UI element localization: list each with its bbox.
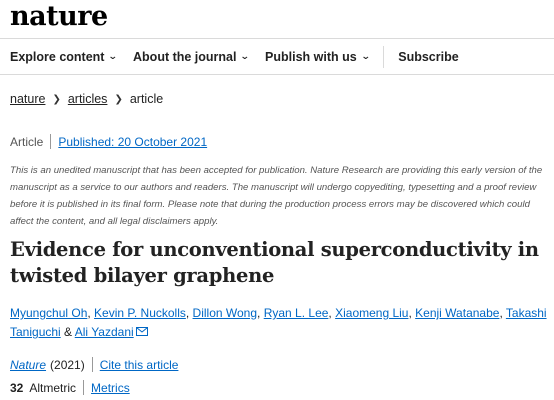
metrics-link[interactable]: Metrics (91, 381, 130, 395)
nature-logo[interactable]: nature (10, 0, 108, 34)
metrics-divider (83, 380, 85, 395)
chevron-right-icon: ❯ (114, 93, 123, 105)
chevron-right-icon: ❯ (52, 93, 61, 105)
article-title: Evidence for unconventional superconduct… (10, 238, 539, 287)
author-link[interactable]: Kenji Watanabe (415, 306, 499, 320)
chevron-down-icon: ⌄ (240, 51, 251, 61)
nav-divider (383, 45, 385, 68)
author-link[interactable]: Dillon Wong (193, 306, 257, 320)
cite-this-article-link[interactable]: Cite this article (100, 358, 179, 372)
breadcrumb-current: article (129, 92, 164, 106)
author-link[interactable]: Kevin P. Nuckolls (94, 306, 186, 320)
chevron-down-icon: ⌄ (360, 51, 371, 61)
citation-year: (2021) (50, 357, 85, 372)
published-date-link[interactable]: Published: 20 October 2021 (58, 135, 207, 149)
nav-publish-with-us[interactable]: Publish with us ⌄ (265, 39, 383, 74)
main-nav: Explore content ⌄ About the journal ⌄ Pu… (0, 38, 554, 75)
altmetric-score: 32 (10, 380, 24, 395)
meta-divider (50, 134, 52, 149)
breadcrumb: nature ❯ articles ❯ article (10, 92, 163, 106)
altmetric-label: Altmetric (29, 380, 77, 395)
unedited-manuscript-notice: This is an unedited manuscript that has … (10, 165, 543, 227)
breadcrumb-articles[interactable]: articles (68, 92, 108, 106)
author-list: Myungchul Oh, Kevin P. Nuckolls, Dillon … (10, 306, 547, 339)
author-link[interactable]: Ali Yazdani (75, 325, 134, 339)
nav-explore-content[interactable]: Explore content ⌄ (10, 39, 119, 74)
envelope-icon[interactable] (135, 327, 148, 336)
citation-line: Nature (2021) Cite this article (10, 357, 178, 372)
chevron-down-icon: ⌄ (108, 51, 119, 61)
nav-about-journal[interactable]: About the journal ⌄ (133, 39, 251, 74)
author-link[interactable]: Myungchul Oh (10, 306, 87, 320)
nav-item-label: Publish with us (265, 49, 357, 64)
author-conjunction: & (64, 325, 73, 339)
subscribe-link[interactable]: Subscribe (398, 39, 458, 74)
article-type: Article (10, 134, 44, 149)
author-link[interactable]: Xiaomeng Liu (335, 306, 408, 320)
article-meta: Article Published: 20 October 2021 (10, 134, 207, 149)
nav-item-label: Explore content (10, 49, 105, 64)
author-link[interactable]: Ryan L. Lee (264, 306, 329, 320)
citation-divider (91, 357, 93, 372)
journal-link[interactable]: Nature (10, 358, 46, 372)
metrics-line: 32 Altmetric Metrics (10, 380, 130, 395)
nav-item-label: About the journal (133, 49, 237, 64)
breadcrumb-nature[interactable]: nature (10, 92, 45, 106)
